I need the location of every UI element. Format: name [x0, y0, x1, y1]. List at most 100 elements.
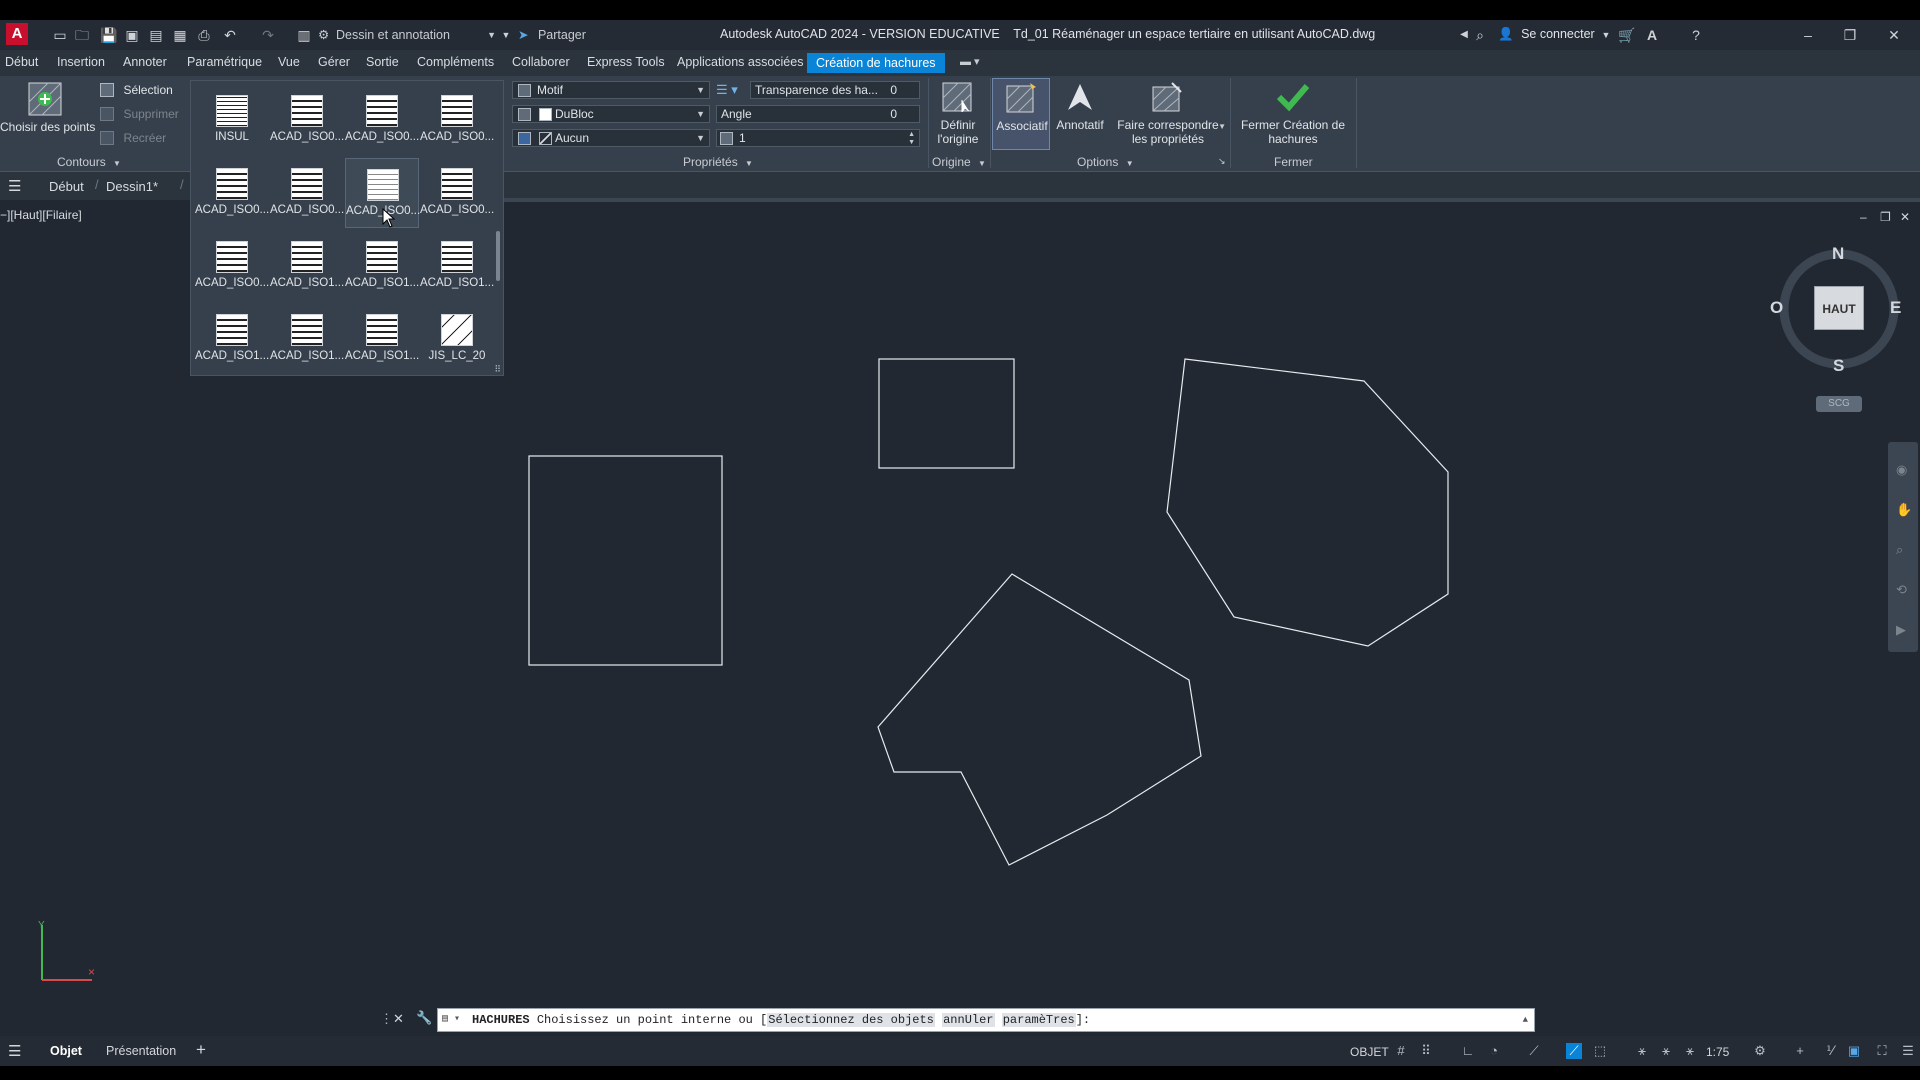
- background-color-select[interactable]: Aucun ▼: [512, 129, 710, 147]
- hatch-pattern-swatch[interactable]: ACAD_ISO0...: [345, 85, 419, 155]
- command-history-icon[interactable]: ▤ ▾: [442, 1009, 460, 1031]
- showmotion-icon[interactable]: ▶: [1896, 622, 1906, 638]
- annotative-toggle[interactable]: Annotatif: [1052, 78, 1108, 150]
- hatch-pattern-swatch[interactable]: ACAD_ISO1...: [195, 304, 269, 374]
- origin-panel-title[interactable]: Origine ▼: [932, 155, 986, 169]
- print-icon[interactable]: ⎙: [196, 27, 212, 43]
- orbit-icon[interactable]: ⟲: [1896, 582, 1907, 598]
- recreate-boundary-button[interactable]: Recréer: [100, 129, 166, 147]
- viewcube[interactable]: HAUT N S E O: [1770, 244, 1902, 375]
- restore-icon[interactable]: ❐: [1842, 27, 1858, 43]
- tab-applications-associees[interactable]: Applications associées: [677, 55, 803, 73]
- tab-complements[interactable]: Compléments: [417, 55, 494, 73]
- tab-start[interactable]: Début: [49, 179, 84, 194]
- clean-screen-icon[interactable]: ⛶: [1874, 1043, 1890, 1059]
- polygon-bottom[interactable]: [877, 573, 1202, 866]
- scale-field[interactable]: 1 ▲ ▼: [716, 129, 920, 147]
- auto-scale-icon[interactable]: ⚹: [1658, 1043, 1674, 1059]
- zoom-icon[interactable]: ⌕: [1896, 542, 1903, 558]
- hatch-pattern-swatch[interactable]: ACAD_ISO1...: [345, 231, 419, 301]
- isolate-icon[interactable]: ▣: [1846, 1043, 1862, 1059]
- dialog-launcher-icon[interactable]: ↘: [1218, 156, 1226, 167]
- autodesk-a-icon[interactable]: A: [1644, 27, 1660, 43]
- layout-menu-icon[interactable]: ☰: [8, 1042, 21, 1060]
- annotation-scale-value[interactable]: 1:75: [1706, 1045, 1729, 1059]
- transparency-field[interactable]: Transparence des ha... 0: [750, 81, 920, 99]
- hatch-pattern-swatch[interactable]: ACAD_ISO1...: [270, 304, 344, 374]
- angle-field[interactable]: Angle 0: [716, 105, 920, 123]
- tab-insertion[interactable]: Insertion: [57, 55, 105, 73]
- set-origin-button[interactable]: Définir l'origine: [930, 78, 986, 150]
- hatch-pattern-swatch[interactable]: ACAD_ISO1...: [270, 231, 344, 301]
- undo-icon[interactable]: ↶: [222, 27, 238, 43]
- tab-express-tools[interactable]: Express Tools: [587, 55, 665, 73]
- workspace-gear-icon[interactable]: ⚙: [1752, 1043, 1768, 1059]
- compass-south[interactable]: S: [1833, 356, 1844, 376]
- sign-in-button[interactable]: 👤 Se connecter: [1498, 27, 1595, 42]
- compass-north[interactable]: N: [1832, 244, 1844, 264]
- pick-points-button[interactable]: Choisir des points: [0, 78, 95, 148]
- spinner-icon[interactable]: ▲ ▼: [908, 131, 915, 147]
- close-hatch-editor-button[interactable]: Fermer Création de hachures: [1232, 78, 1354, 150]
- hatch-pattern-swatch[interactable]: ACAD_ISO0...: [420, 85, 494, 155]
- add-layout-icon[interactable]: +: [196, 1040, 206, 1060]
- compass-west[interactable]: O: [1770, 298, 1783, 318]
- properties-panel-title[interactable]: Propriétés ▼: [683, 155, 753, 169]
- selection-button[interactable]: Sélection: [100, 81, 173, 99]
- command-customize-icon[interactable]: 🔧: [416, 1010, 432, 1026]
- chevron-down-icon[interactable]: ▼: [1218, 122, 1226, 131]
- rectangle-small[interactable]: [878, 358, 1015, 469]
- open-file-icon[interactable]: 🗀: [74, 27, 90, 43]
- rectangle-left[interactable]: [528, 455, 723, 666]
- hatch-pattern-swatch[interactable]: INSUL: [195, 85, 269, 155]
- tab-drawing[interactable]: Dessin1*: [106, 179, 158, 194]
- tab-gerer[interactable]: Gérer: [318, 55, 350, 73]
- redo-icon[interactable]: ↷: [260, 27, 276, 43]
- close-icon[interactable]: ✕: [1886, 27, 1902, 43]
- hexagon-right[interactable]: [1166, 358, 1449, 647]
- resize-grip-icon[interactable]: ⠿: [494, 364, 501, 375]
- remove-boundary-button[interactable]: Supprimer: [100, 105, 179, 123]
- steering-wheel-icon[interactable]: ◉: [1896, 462, 1907, 478]
- hatch-pattern-swatch[interactable]: ACAD_ISO0...: [195, 158, 269, 228]
- annotation-visibility-icon[interactable]: ⚹: [1634, 1043, 1650, 1059]
- command-line[interactable]: ▤ ▾ HACHURES Choisissez un point interne…: [437, 1008, 1535, 1032]
- ortho-icon[interactable]: ∟: [1460, 1043, 1476, 1059]
- hatch-pattern-swatch[interactable]: ACAD_ISO0...: [195, 231, 269, 301]
- viewcube-face-top[interactable]: HAUT: [1814, 286, 1864, 330]
- save-icon[interactable]: 💾: [100, 27, 117, 43]
- compass-east[interactable]: E: [1890, 298, 1901, 318]
- menu-icon[interactable]: ☰: [8, 177, 21, 195]
- hatch-pattern-swatch[interactable]: ACAD_ISO0...: [270, 85, 344, 155]
- hatch-pattern-swatch[interactable]: ACAD_ISO0...: [420, 158, 494, 228]
- viewport-minimize-icon[interactable]: –: [1860, 210, 1867, 224]
- hatch-pattern-swatch[interactable]: ACAD_ISO1...: [420, 231, 494, 301]
- tab-debut[interactable]: Début: [5, 55, 38, 73]
- option-undo[interactable]: annUler: [942, 1013, 995, 1027]
- minimize-icon[interactable]: –: [1800, 27, 1816, 43]
- annotation-scale-icon[interactable]: ⚹: [1682, 1043, 1698, 1059]
- tab-layout[interactable]: Présentation: [106, 1044, 176, 1058]
- command-expand-icon[interactable]: ▲: [1523, 1009, 1528, 1031]
- hatch-color-select[interactable]: DuBloc ▼: [512, 105, 710, 123]
- grid-icon[interactable]: #: [1393, 1043, 1409, 1059]
- selection-cycling-icon[interactable]: ⬚: [1592, 1043, 1608, 1059]
- ucs-menu[interactable]: SCG: [1816, 396, 1862, 412]
- sign-in-chevron-icon[interactable]: ▼: [1598, 27, 1614, 43]
- tab-vue[interactable]: Vue: [278, 55, 300, 73]
- save-as-icon[interactable]: ▣: [124, 27, 140, 43]
- model-space-label[interactable]: OBJET: [1350, 1045, 1389, 1059]
- options-panel-title[interactable]: Options ▼: [1077, 155, 1134, 169]
- isodraft-icon[interactable]: ⟋: [1526, 1043, 1542, 1059]
- share-button[interactable]: ➤ Partager: [518, 26, 586, 44]
- plot-icon[interactable]: ▥: [296, 27, 312, 43]
- option-select-objects[interactable]: Sélectionnez des objets: [767, 1013, 935, 1027]
- viewport-restore-icon[interactable]: ❐: [1880, 210, 1891, 224]
- search-icon[interactable]: ⌕: [1472, 27, 1488, 43]
- hatch-pattern-swatch[interactable]: ACAD_ISO1...: [345, 304, 419, 374]
- contours-panel-title[interactable]: Contours ▼: [57, 155, 121, 169]
- tab-sortie[interactable]: Sortie: [366, 55, 399, 73]
- polar-icon[interactable]: ◔: [1486, 1043, 1502, 1059]
- hatch-pattern-gallery[interactable]: INSUL ACAD_ISO0... ACAD_ISO0... ACAD_ISO0..…: [190, 80, 504, 376]
- hatch-type-select[interactable]: Motif ▼: [512, 81, 710, 99]
